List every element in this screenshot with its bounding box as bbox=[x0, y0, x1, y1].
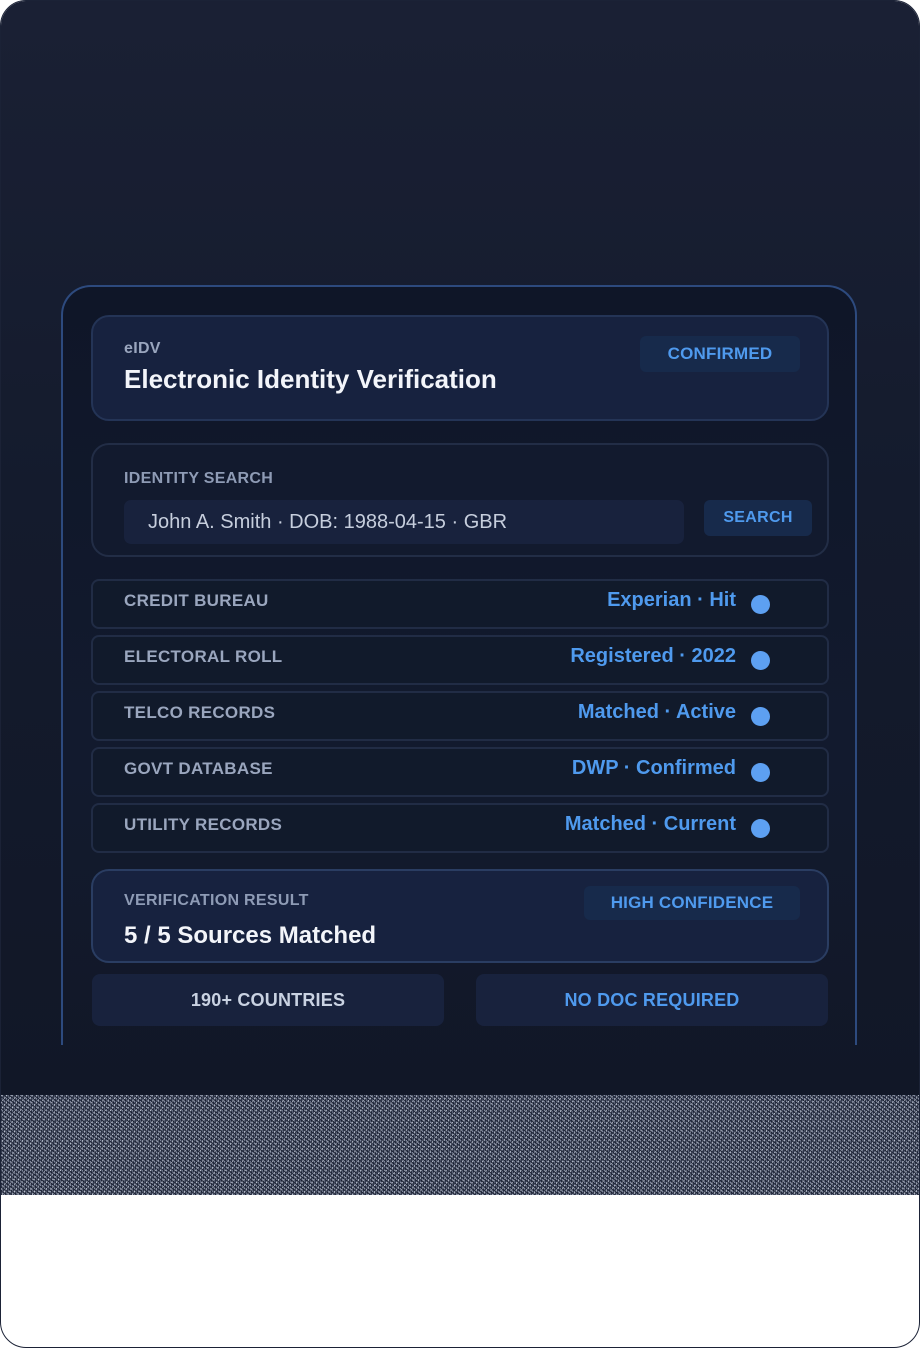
source-value: Experian · Hit bbox=[607, 589, 736, 611]
source-value: Matched · Active bbox=[577, 701, 736, 723]
source-row-govt-database: GOVT DATABASE DWP · Confirmed bbox=[91, 747, 829, 797]
verification-result-value: 5 / 5 Sources Matched bbox=[124, 922, 377, 949]
source-label: UTILITY RECORDS bbox=[124, 815, 283, 834]
status-dot-icon bbox=[751, 763, 770, 782]
source-row-utility-records: UTILITY RECORDS Matched · Current bbox=[91, 803, 829, 853]
source-value: Registered · 2022 bbox=[570, 645, 736, 667]
header-eyebrow: eIDV bbox=[124, 340, 161, 357]
status-dot-icon bbox=[751, 595, 770, 614]
status-dot-icon bbox=[751, 707, 770, 726]
source-label: TELCO RECORDS bbox=[124, 703, 276, 722]
search-button[interactable]: SEARCH bbox=[704, 500, 812, 536]
source-value: DWP · Confirmed bbox=[571, 757, 736, 779]
source-row-credit-bureau: CREDIT BUREAU Experian · Hit bbox=[91, 579, 829, 629]
countries-chip: 190+ COUNTRIES bbox=[92, 974, 444, 1026]
confidence-badge: HIGH CONFIDENCE bbox=[584, 886, 800, 920]
source-label: CREDIT BUREAU bbox=[124, 591, 269, 610]
identity-search-label: IDENTITY SEARCH bbox=[124, 470, 274, 487]
verification-result-label: VERIFICATION RESULT bbox=[124, 892, 309, 909]
noise-band bbox=[1, 1095, 919, 1195]
source-row-telco-records: TELCO RECORDS Matched · Active bbox=[91, 691, 829, 741]
source-label: ELECTORAL ROLL bbox=[124, 647, 283, 666]
page-title: Electronic Identity Verification bbox=[124, 364, 497, 394]
no-doc-chip: NO DOC REQUIRED bbox=[476, 974, 828, 1026]
source-row-electoral-roll: ELECTORAL ROLL Registered · 2022 bbox=[91, 635, 829, 685]
status-dot-icon bbox=[751, 819, 770, 838]
source-label: GOVT DATABASE bbox=[124, 759, 273, 778]
source-value: Matched · Current bbox=[564, 813, 736, 835]
status-badge: CONFIRMED bbox=[640, 336, 800, 372]
identity-search-input[interactable]: John A. Smith · DOB: 1988-04-15 · GBR bbox=[124, 500, 684, 544]
status-dot-icon bbox=[751, 651, 770, 670]
